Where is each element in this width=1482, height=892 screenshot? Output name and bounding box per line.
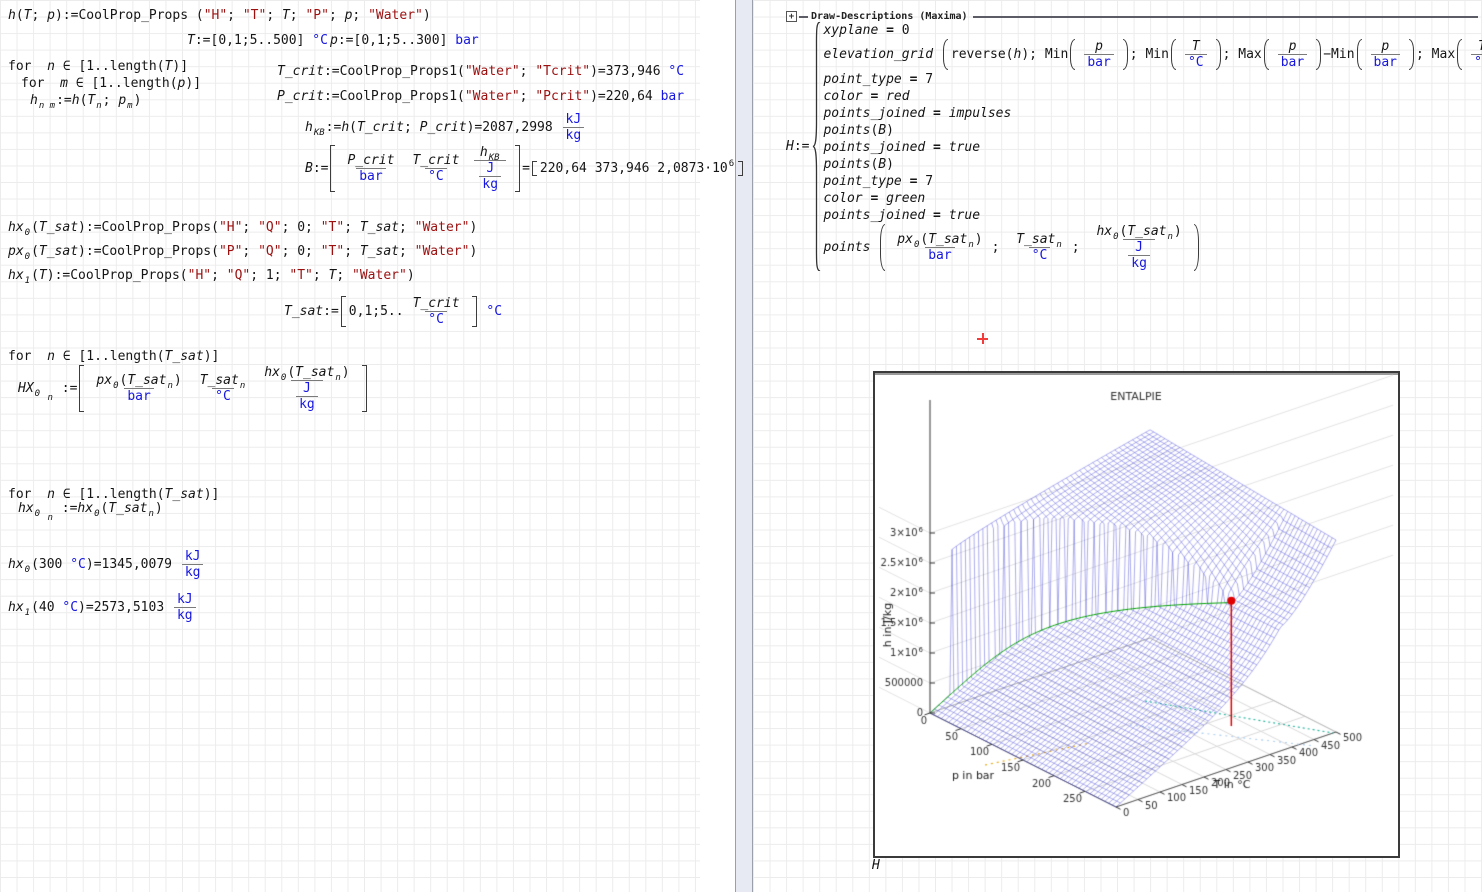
formula-p-range[interactable]: p:=[0,1;5..300] bar bbox=[330, 33, 479, 48]
header-rule-left bbox=[799, 16, 808, 18]
page-divider bbox=[735, 0, 753, 892]
draw-row-point-type[interactable]: point_type = 7 bbox=[823, 71, 1482, 87]
draw-row-joined-true-2[interactable]: points_joined = true bbox=[823, 207, 1482, 223]
plot-region-frame[interactable] bbox=[873, 371, 1400, 858]
formula-for-n-T[interactable]: for n ∈ [1..length(T)] bbox=[8, 59, 188, 74]
draw-row-joined-true[interactable]: points_joined = true bbox=[823, 139, 1482, 155]
formula-H-draw-descriptions[interactable]: H := xyplane = 0 elevation_grid reverse(… bbox=[786, 22, 1482, 271]
formula-h-matrix[interactable]: hn m:=h(Tn; pm) bbox=[30, 93, 141, 108]
area-header-title: Draw-Descriptions (Maxima) bbox=[811, 11, 968, 22]
formula-HX0-matrix[interactable]: HX0 n :=px0(T_satn)barT_satn°Chx0(T_satn… bbox=[18, 365, 369, 412]
draw-row-joined-impulses[interactable]: points_joined = impulses bbox=[823, 105, 1482, 121]
draw-row-color-green[interactable]: color = green bbox=[823, 190, 1482, 206]
formula-hx0-vector[interactable]: hx0 n :=hx0(T_satn) bbox=[18, 501, 163, 516]
maxima-area-header: + Draw-Descriptions (Maxima) bbox=[786, 11, 1478, 22]
draw-row-elevation-grid[interactable]: elevation_grid reverse(h); Minpbar; MinT… bbox=[823, 39, 1482, 70]
formula-hx1-definition[interactable]: hx1(T):=CoolProp_Props("H"; "Q"; 1; "T";… bbox=[8, 268, 415, 283]
insertion-cursor-crosshair bbox=[977, 333, 988, 344]
collapse-icon[interactable]: + bbox=[786, 11, 797, 22]
formula-hx0-definition[interactable]: hx0(T_sat):=CoolProp_Props("H"; "Q"; 0; … bbox=[8, 220, 477, 235]
formula-T-range[interactable]: T:=[0,1;5..500] °C bbox=[187, 33, 328, 48]
draw-row-points-B-2[interactable]: points(B) bbox=[823, 156, 1482, 172]
formula-for-n-Tsat-2[interactable]: for n ∈ [1..length(T_sat)] bbox=[8, 487, 219, 502]
draw-row-xyplane[interactable]: xyplane = 0 bbox=[823, 22, 1482, 38]
formula-Pcrit[interactable]: P_crit:=CoolProp_Props1("Water"; "Pcrit"… bbox=[277, 89, 684, 104]
formula-hx1-at-40C[interactable]: hx1(40 °C)=2573,5103 kJkg bbox=[8, 592, 198, 623]
system-brace bbox=[812, 22, 821, 271]
enthalpy-3d-plot[interactable] bbox=[875, 373, 1398, 856]
formula-B-matrix[interactable]: B:=P_critbarT_crit°ChKBJkg=220,64 373,94… bbox=[305, 145, 745, 192]
formula-hKB[interactable]: hKB:=h(T_crit; P_crit)=2087,2998 kJkg bbox=[305, 112, 586, 143]
formula-h-definition[interactable]: h(T; p):=CoolProp_Props ("H"; "T"; T; "P… bbox=[8, 8, 431, 23]
h-assign-label: H := bbox=[786, 139, 809, 154]
formula-px0-definition[interactable]: px0(T_sat):=CoolProp_Props("P"; "Q"; 0; … bbox=[8, 244, 477, 259]
draw-row-point-type-2[interactable]: point_type = 7 bbox=[823, 173, 1482, 189]
header-rule-right bbox=[973, 16, 1478, 18]
draw-row-points-B[interactable]: points(B) bbox=[823, 122, 1482, 138]
page-margin bbox=[700, 0, 735, 892]
formula-Tsat-range[interactable]: T_sat:=0,1;5..T_crit°C °C bbox=[284, 296, 502, 327]
formula-for-m-p[interactable]: for m ∈ [1..length(p)] bbox=[21, 76, 201, 91]
draw-row-color-red[interactable]: color = red bbox=[823, 88, 1482, 104]
formula-Tcrit[interactable]: T_crit:=CoolProp_Props1("Water"; "Tcrit"… bbox=[277, 64, 684, 79]
formula-for-n-Tsat[interactable]: for n ∈ [1..length(T_sat)] bbox=[8, 349, 219, 364]
draw-row-points-saturation[interactable]: points px0(T_satn)bar; T_satn°C; hx0(T_s… bbox=[823, 224, 1482, 271]
plot-caption: H bbox=[872, 858, 880, 873]
formula-hx0-at-300C[interactable]: hx0(300 °C)=1345,0079 kJkg bbox=[8, 549, 205, 580]
